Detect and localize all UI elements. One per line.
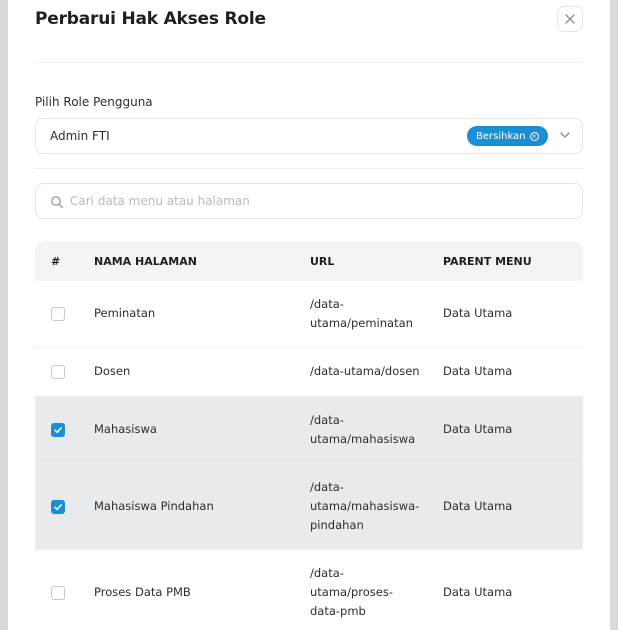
row-url: /data- utama/mahasiswa (310, 413, 416, 446)
table-header: # NAMA HALAMAN URL PARENT MENU (35, 241, 583, 281)
row-name: Dosen (94, 364, 131, 378)
check-icon (54, 427, 62, 434)
update-role-access-modal: Perbarui Hak Akses Role Pilih Role Pengg… (8, 0, 610, 630)
row-parent: Data Utama (443, 422, 513, 436)
table-row[interactable]: Mahasiswa /data- utama/mahasiswa Data Ut… (35, 397, 583, 464)
search-box (35, 183, 583, 219)
row-parent: Data Utama (443, 364, 513, 378)
row-name: Proses Data PMB (94, 585, 191, 599)
clear-role-label: Bersihkan (476, 130, 526, 142)
clear-circle-icon: × (529, 131, 539, 141)
role-select-value: Admin FTI (50, 129, 110, 143)
chevron-down-icon[interactable] (558, 128, 572, 142)
row-parent: Data Utama (443, 585, 513, 599)
row-checkbox-checked[interactable] (51, 423, 65, 437)
row-checkbox[interactable] (51, 307, 65, 321)
row-parent: Data Utama (443, 499, 513, 513)
pages-table: # NAMA HALAMAN URL PARENT MENU Peminatan… (35, 241, 583, 630)
row-checkbox[interactable] (51, 586, 65, 600)
header-parent: PARENT MENU (443, 255, 532, 268)
backdrop-right (610, 0, 618, 630)
row-name: Peminatan (94, 306, 156, 320)
row-url: /data- utama/mahasiswa- pindahan (310, 480, 420, 532)
table-row[interactable]: Mahasiswa Pindahan /data- utama/mahasisw… (35, 464, 583, 550)
row-url: /data- utama/proses- data-pmb (310, 566, 393, 618)
backdrop-left (0, 0, 8, 630)
header-name: NAMA HALAMAN (94, 255, 197, 268)
row-name: Mahasiswa Pindahan (94, 499, 214, 513)
row-url: /data-utama/dosen (310, 364, 420, 378)
role-select[interactable]: Admin FTI Bersihkan × (35, 118, 583, 154)
clear-role-button[interactable]: Bersihkan × (467, 126, 548, 146)
table-row[interactable]: Peminatan /data- utama/peminatan Data Ut… (35, 281, 583, 348)
section-divider (35, 168, 583, 169)
close-button[interactable] (557, 6, 583, 32)
search-input[interactable] (70, 190, 570, 212)
modal-title: Perbarui Hak Akses Role (35, 9, 266, 29)
table-row[interactable]: Dosen /data-utama/dosen Data Utama (35, 348, 583, 397)
check-icon (54, 504, 62, 511)
row-checkbox[interactable] (51, 365, 65, 379)
row-parent: Data Utama (443, 306, 513, 320)
header-divider (35, 62, 583, 63)
close-icon (565, 14, 575, 24)
header-index: # (51, 255, 61, 268)
row-name: Mahasiswa (94, 422, 157, 436)
header-url: URL (310, 255, 335, 268)
row-checkbox-checked[interactable] (51, 500, 65, 514)
role-select-label: Pilih Role Pengguna (35, 95, 153, 109)
row-url: /data- utama/peminatan (310, 297, 413, 330)
search-icon (51, 196, 63, 208)
table-row[interactable]: Proses Data PMB /data- utama/proses- dat… (35, 550, 583, 630)
